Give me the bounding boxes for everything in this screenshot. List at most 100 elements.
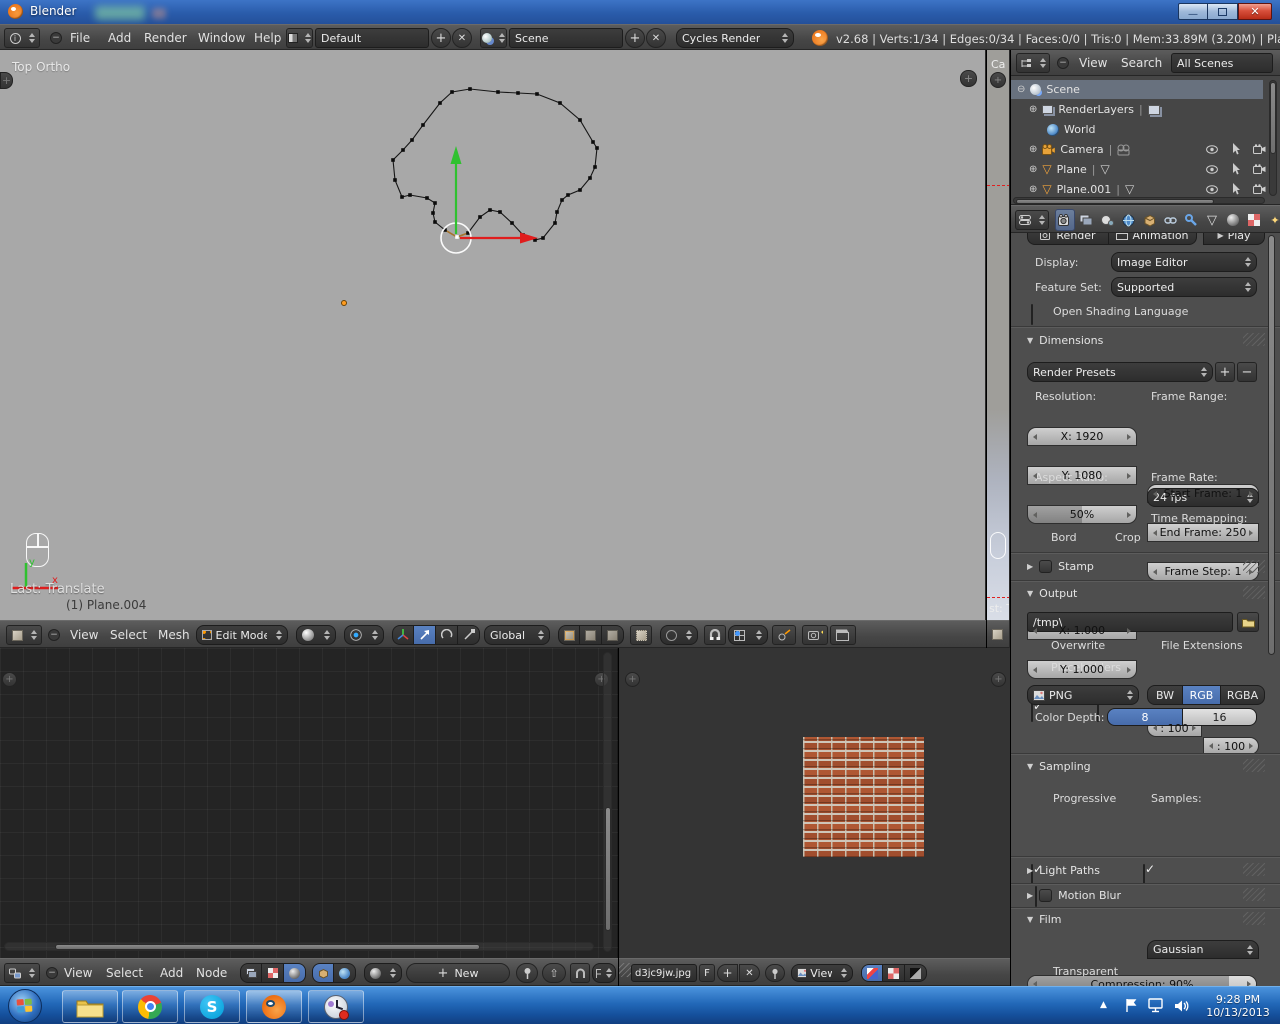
outliner-row-scene[interactable]: ⊖ Scene [1011, 80, 1263, 99]
tab-particles[interactable]: ✦ [1265, 209, 1280, 231]
scrollbar-thumb[interactable] [1016, 199, 1214, 204]
add-scene-button[interactable]: + [625, 28, 645, 48]
output-panel-header[interactable]: ▼ Output [1027, 587, 1077, 600]
visibility-eye-icon[interactable] [1206, 185, 1218, 194]
file-extensions-checkbox[interactable] [1143, 864, 1145, 885]
snap-toggle-button[interactable] [704, 625, 726, 645]
rgba-button[interactable]: RGBA [1221, 685, 1265, 705]
tab-object[interactable] [1139, 209, 1159, 231]
collapse-menus-icon[interactable]: − [1057, 57, 1069, 69]
render-engine-select[interactable]: Cycles Render [676, 28, 794, 48]
tab-scene[interactable] [1097, 209, 1117, 231]
render-image-button[interactable]: Render [1027, 233, 1109, 245]
node-editor[interactable]: + + − View Select Add Node + New ⇧ [0, 648, 618, 986]
outliner-vertical-scrollbar[interactable] [1269, 80, 1277, 196]
proportional-edit-select[interactable] [660, 625, 698, 645]
limit-selection-visible-button[interactable] [630, 625, 652, 645]
browse-folder-button[interactable] [1237, 612, 1259, 632]
collapse-menus-icon[interactable]: − [48, 629, 60, 641]
tab-modifiers[interactable] [1181, 209, 1201, 231]
scrollbar-thumb[interactable] [1270, 82, 1276, 154]
resolution-percentage-slider[interactable]: 50% [1027, 505, 1137, 524]
close-button[interactable]: ✕ [1238, 3, 1272, 20]
rgb-button[interactable]: RGB [1183, 685, 1221, 705]
expand-icon[interactable]: ⊕ [1029, 104, 1037, 115]
file-format-select[interactable]: PNG [1027, 685, 1139, 705]
menu-view[interactable]: View [70, 628, 98, 642]
menu-view[interactable]: View [64, 966, 92, 980]
screen-layout-field[interactable]: Default [315, 28, 429, 48]
selectability-cursor-icon[interactable] [1232, 143, 1241, 155]
menu-select[interactable]: Select [110, 628, 147, 642]
tray-network-icon[interactable] [1148, 998, 1165, 1013]
menu-search[interactable]: Search [1121, 56, 1162, 70]
editor-type-button-outliner[interactable] [1016, 53, 1050, 73]
remove-preset-button[interactable]: − [1237, 362, 1257, 382]
menu-view[interactable]: View [1079, 56, 1107, 70]
collapse-menus-icon[interactable]: − [50, 32, 62, 44]
draw-alpha-button[interactable] [883, 964, 905, 982]
tab-material[interactable] [1223, 209, 1243, 231]
selectability-cursor-icon[interactable] [1232, 183, 1241, 195]
editor-type-button-info[interactable]: i [4, 28, 40, 48]
view-menu-button[interactable]: View [791, 964, 853, 982]
render-presets-select[interactable]: Render Presets [1027, 362, 1213, 382]
add-preset-button[interactable]: + [1215, 362, 1235, 382]
dimensions-panel-header[interactable]: ▼ Dimensions [1027, 334, 1103, 347]
screen-layout-icon-button[interactable] [286, 28, 313, 48]
texture-nodes-button[interactable] [262, 963, 284, 983]
draw-z-buffer-button[interactable] [905, 964, 927, 982]
outliner-filter-select[interactable]: All Scenes [1171, 53, 1273, 73]
collapse-menus-icon[interactable]: − [46, 967, 58, 979]
expand-icon[interactable]: ⊕ [1029, 184, 1037, 195]
taskbar-item-blender[interactable] [246, 990, 302, 1023]
menu-mesh[interactable]: Mesh [158, 628, 190, 642]
minimize-button[interactable]: — [1178, 3, 1208, 20]
tray-volume-icon[interactable] [1174, 999, 1190, 1013]
scrollbar-thumb[interactable] [1268, 235, 1275, 655]
motion-blur-panel-header[interactable]: ▶ Motion Blur [1027, 889, 1121, 902]
outliner-row-camera[interactable]: ⊕ Camera | [1029, 140, 1263, 159]
tray-action-center-icon[interactable] [1124, 998, 1139, 1013]
node-vertical-scrollbar[interactable] [603, 652, 612, 952]
tray-clock[interactable]: 9:28 PM 10/13/2013 [1200, 990, 1276, 1022]
menu-add[interactable]: Add [104, 31, 135, 45]
expand-icon[interactable]: ⊕ [1029, 164, 1037, 175]
pin-button[interactable] [765, 964, 785, 982]
world-shader-button[interactable] [334, 963, 356, 983]
maximize-button[interactable] [1208, 3, 1238, 20]
end-frame-field[interactable]: End Frame: 250 [1147, 523, 1259, 542]
outliner-row-plane[interactable]: ⊕ ▽ Plane | ▽ [1029, 160, 1263, 179]
material-datablock-select[interactable] [364, 963, 402, 983]
interaction-mode-select[interactable]: Edit Mode [196, 625, 288, 645]
tab-constraints[interactable] [1160, 209, 1180, 231]
node-horizontal-scrollbar[interactable] [4, 942, 594, 951]
viewport-shading-select[interactable] [296, 625, 336, 645]
viewport-3d[interactable]: Top Ortho + + y x Last: Translate (1) Pl… [0, 50, 986, 648]
taskbar-item-chrome[interactable] [122, 990, 178, 1023]
manipulator-toggle-button[interactable] [392, 625, 414, 645]
menu-render[interactable]: Render [140, 31, 191, 45]
snap-toggle-button[interactable] [570, 963, 590, 983]
delete-layout-button[interactable]: ✕ [452, 28, 472, 48]
visibility-eye-icon[interactable] [1206, 165, 1218, 174]
motion-blur-checkbox[interactable] [1039, 889, 1053, 902]
region-expand-button[interactable]: + [2, 672, 17, 687]
bw-button[interactable]: BW [1147, 685, 1183, 705]
scene-icon-button[interactable] [480, 28, 507, 48]
object-shader-button[interactable] [312, 963, 334, 983]
unlink-image-button[interactable]: ✕ [739, 964, 760, 982]
menu-window[interactable]: Window [194, 31, 249, 45]
visibility-eye-icon[interactable] [1206, 145, 1218, 154]
filter-type-select[interactable]: Gaussian [1147, 940, 1259, 959]
menu-add[interactable]: Add [160, 966, 183, 980]
menu-select[interactable]: Select [106, 966, 143, 980]
outliner-row-renderlayers[interactable]: ⊕ RenderLayers | [1029, 100, 1263, 119]
viewport-camera-strip[interactable]: Ca + st: Tr [987, 50, 1010, 648]
material-nodes-button[interactable] [284, 963, 306, 983]
taskbar-item-explorer[interactable] [62, 990, 118, 1023]
tab-world[interactable] [1118, 209, 1138, 231]
scrollbar-thumb[interactable] [55, 944, 480, 950]
tab-render[interactable] [1055, 209, 1075, 231]
light-paths-panel-header[interactable]: ▶ Light Paths [1027, 864, 1100, 877]
